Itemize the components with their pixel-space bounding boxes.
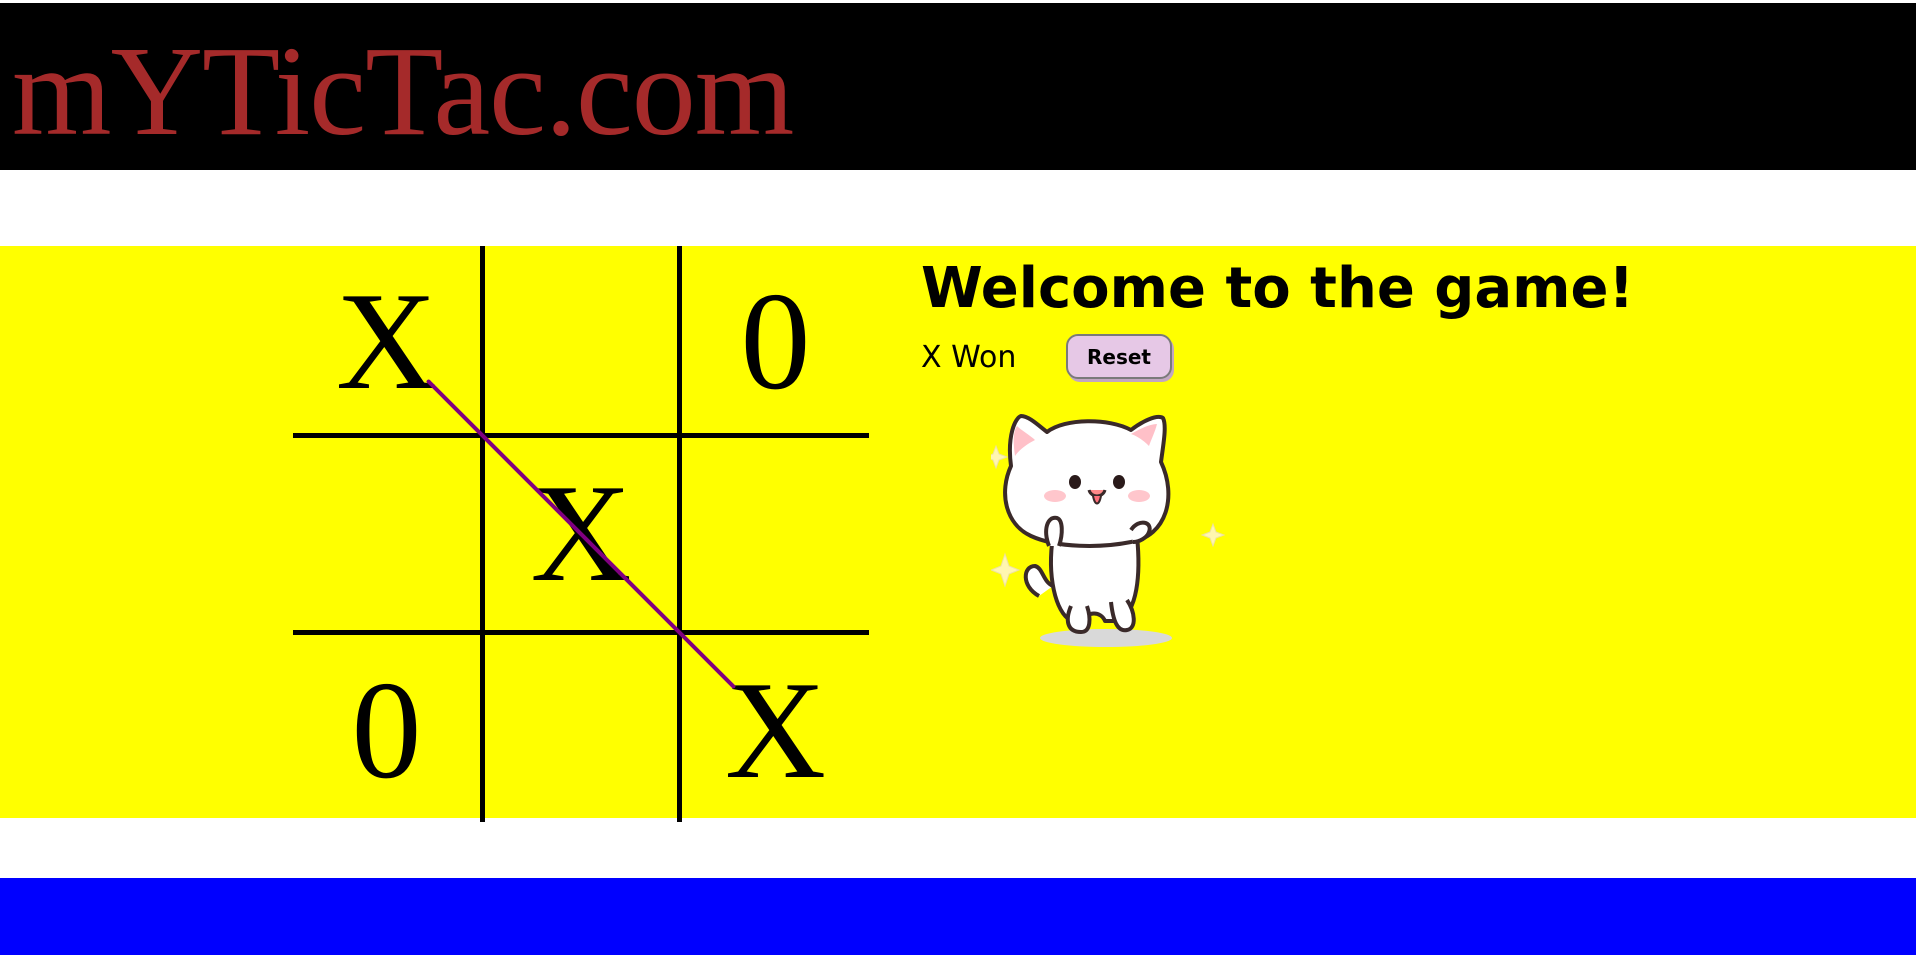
board-cell-2[interactable] <box>485 246 677 438</box>
welcome-heading: Welcome to the game! <box>921 256 1635 321</box>
tic-tac-toe-board: X 0 X 0 X <box>293 246 869 822</box>
site-header: mYTicTac.com <box>0 3 1916 170</box>
board-cell-5[interactable]: X <box>485 438 677 630</box>
board-cell-4[interactable] <box>293 438 485 630</box>
status-row: X Won Reset <box>921 334 1321 384</box>
site-logo-title[interactable]: mYTicTac.com <box>12 11 794 171</box>
game-info-panel: Welcome to the game! X Won Reset <box>921 256 1821 647</box>
board-cell-3[interactable]: 0 <box>677 246 869 438</box>
reset-button[interactable]: Reset <box>1066 334 1172 379</box>
board-cell-1[interactable]: X <box>293 246 485 438</box>
site-footer <box>0 878 1916 955</box>
dancing-cat-image <box>991 414 1226 647</box>
board-cell-7[interactable]: 0 <box>293 630 485 822</box>
board-cell-6[interactable] <box>677 438 869 630</box>
game-status-text: X Won <box>921 340 1017 375</box>
board-cell-8[interactable] <box>485 630 677 822</box>
board-cell-9[interactable]: X <box>677 630 869 822</box>
game-area: X 0 X 0 X Welcome to the game! X Won Res… <box>0 246 1916 822</box>
